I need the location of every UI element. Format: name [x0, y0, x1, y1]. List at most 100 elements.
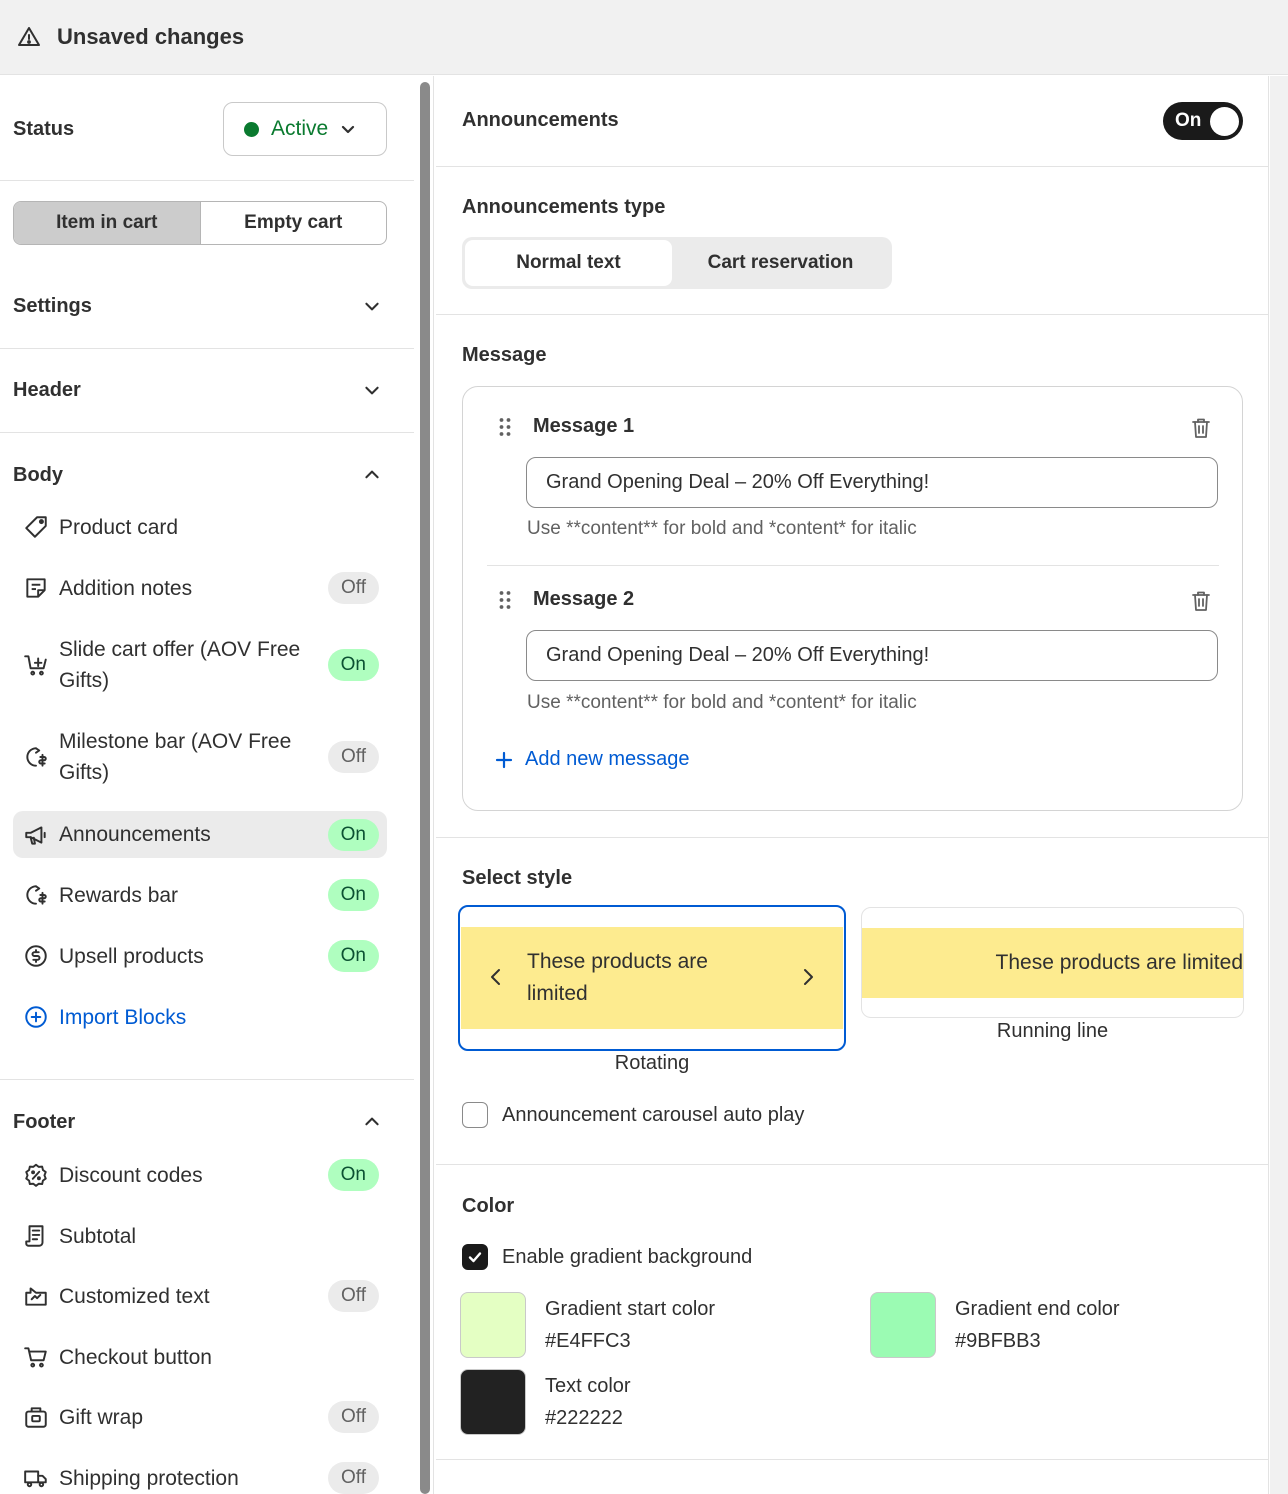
status-select[interactable]: Active	[223, 102, 387, 156]
sidebar-item-label: Discount codes	[59, 1163, 203, 1187]
check-icon	[468, 1252, 482, 1263]
message-1-input[interactable]	[526, 457, 1218, 508]
sidebar-item-gift-wrap[interactable]: Gift wrap Off	[13, 1393, 387, 1441]
chevron-down-icon	[365, 386, 379, 395]
divider	[0, 180, 414, 181]
select-style-heading: Select style	[462, 867, 573, 889]
sidebar-item-milestone-bar[interactable]: Milestone bar (AOV Free Gifts) Off	[13, 725, 387, 789]
status-dot	[244, 121, 259, 137]
sidebar-item-upsell-products[interactable]: Upsell products On	[13, 932, 387, 980]
gradient-end-info: Gradient end color #9BFBB3	[955, 1293, 1120, 1357]
body-label: Body	[13, 463, 63, 486]
status-label: Status	[13, 117, 75, 140]
header-section-header[interactable]: Header	[13, 375, 387, 405]
megaphone-icon	[25, 825, 46, 845]
running-line-preview-text: These products are limited	[995, 951, 1243, 974]
tab-item-in-cart[interactable]: Item in cart	[14, 202, 200, 244]
sidebar-item-slide-cart-offer[interactable]: Slide cart offer (AOV Free Gifts) On	[13, 633, 387, 697]
gradient-label: Enable gradient background	[502, 1245, 753, 1268]
custom-text-icon	[25, 1287, 47, 1306]
announcements-toggle[interactable]: On	[1163, 102, 1243, 140]
divider	[0, 1079, 414, 1080]
chevron-up-icon	[365, 1117, 379, 1126]
sidebar-item-shipping-protection[interactable]: Shipping protection Off	[13, 1454, 387, 1494]
tab-cart-reservation[interactable]: Cart reservation	[672, 240, 889, 286]
announcements-heading: Announcements	[462, 109, 619, 131]
body-section-header[interactable]: Body	[13, 460, 387, 490]
toggle-knob	[1210, 106, 1239, 136]
divider	[0, 348, 414, 349]
message-1-header: Message 1	[497, 415, 634, 438]
gradient-checkbox-row[interactable]: Enable gradient background	[462, 1244, 752, 1270]
sidebar-item-addition-notes[interactable]: Addition notes Off	[13, 564, 387, 612]
sidebar: Status Active Item in cart Empty cart Se…	[0, 76, 414, 1494]
drag-handle-icon[interactable]	[497, 416, 513, 438]
header-label: Header	[13, 378, 81, 401]
unsaved-changes-title: Unsaved changes	[57, 24, 245, 49]
running-line-preview-banner: These products are limited	[862, 928, 1243, 998]
trash-icon[interactable]	[1189, 589, 1213, 613]
rotating-preview-banner: These products are limited	[461, 927, 843, 1029]
cart-icon	[24, 1347, 47, 1368]
footer-section-header[interactable]: Footer	[13, 1107, 387, 1137]
trash-icon[interactable]	[1189, 416, 1213, 440]
divider	[487, 565, 1219, 566]
style-caption-rotating: Rotating	[614, 1052, 690, 1074]
truck-icon	[24, 1470, 47, 1488]
chevron-down-icon	[365, 302, 379, 311]
settings-section-header[interactable]: Settings	[13, 291, 387, 321]
gradient-start-swatch[interactable]	[460, 1292, 526, 1358]
color-name: Gradient end color	[955, 1298, 1120, 1320]
style-option-rotating[interactable]: These products are limited	[458, 905, 846, 1051]
sidebar-item-subtotal[interactable]: Subtotal	[13, 1212, 387, 1260]
message-2-input[interactable]	[526, 630, 1218, 681]
status-badge: Off	[328, 572, 379, 604]
sidebar-item-label: Checkout button	[59, 1345, 212, 1369]
tag-icon	[25, 516, 47, 538]
sidebar-item-discount-codes[interactable]: Discount codes On	[13, 1151, 387, 1199]
text-color-info: Text color #222222	[545, 1370, 631, 1434]
sidebar-item-checkout-button[interactable]: Checkout button	[13, 1333, 387, 1381]
divider	[436, 314, 1269, 315]
sidebar-item-rewards-bar[interactable]: Rewards bar On	[13, 871, 387, 919]
autoplay-checkbox-row[interactable]: Announcement carousel auto play	[462, 1102, 804, 1128]
color-heading: Color	[462, 1195, 515, 1217]
milestone-icon	[26, 747, 47, 767]
sidebar-item-label: Addition notes	[59, 576, 193, 600]
chevron-up-icon	[365, 470, 379, 479]
add-new-message-button[interactable]: Add new message	[495, 748, 690, 771]
sidebar-item-product-card[interactable]: Product card	[13, 504, 387, 550]
status-badge: Off	[328, 1280, 379, 1312]
gradient-start-info: Gradient start color #E4FFC3	[545, 1293, 715, 1357]
top-bar: Unsaved changes	[0, 0, 1288, 75]
sidebar-item-announcements[interactable]: Announcements On	[13, 811, 387, 858]
import-blocks-link[interactable]: Import Blocks	[13, 993, 387, 1041]
note-icon	[26, 578, 46, 598]
sidebar-scrollbar-thumb[interactable]	[420, 82, 430, 1494]
status-badge: On	[327, 1159, 379, 1191]
sidebar-item-customized-text[interactable]: Customized text Off	[13, 1272, 387, 1320]
rewards-icon	[26, 885, 47, 905]
tab-empty-cart[interactable]: Empty cart	[199, 202, 387, 244]
tab-normal-text[interactable]: Normal text	[465, 240, 672, 286]
gradient-checkbox[interactable]	[462, 1244, 488, 1270]
message-card: Message 1 Use **content** for bold and *…	[462, 386, 1243, 811]
drag-handle-icon[interactable]	[497, 589, 513, 611]
style-option-running-line[interactable]: These products are limited	[861, 907, 1244, 1018]
sidebar-item-label: Slide cart offer (AOV Free Gifts)	[59, 638, 301, 692]
footer-label: Footer	[13, 1110, 76, 1133]
plus-icon	[495, 751, 513, 768]
sidebar-item-label: Shipping protection	[59, 1466, 239, 1490]
cart-gift-icon	[24, 655, 47, 676]
gradient-end-swatch[interactable]	[870, 1292, 936, 1358]
status-badge: On	[327, 940, 379, 972]
settings-label: Settings	[13, 294, 92, 317]
divider	[436, 166, 1269, 167]
color-name: Gradient start color	[545, 1298, 716, 1320]
autoplay-checkbox[interactable]	[462, 1102, 488, 1128]
chevron-down-icon	[342, 125, 355, 134]
divider	[0, 432, 414, 433]
status-badge: On	[327, 818, 379, 851]
text-color-swatch[interactable]	[460, 1369, 526, 1435]
rotating-preview-text: These products are limited	[527, 950, 708, 1005]
